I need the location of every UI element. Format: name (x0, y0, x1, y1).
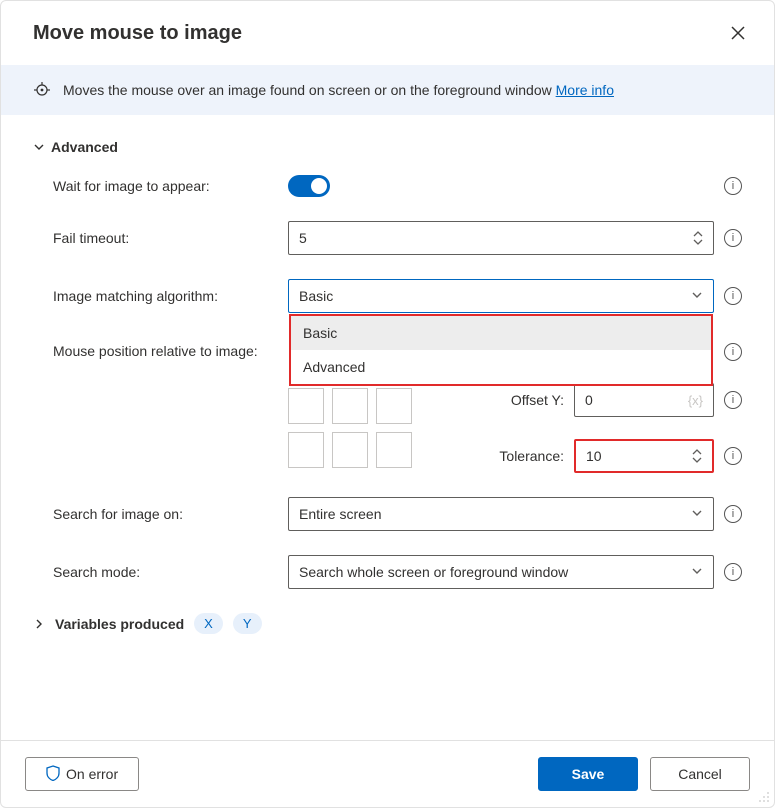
variable-badge-x[interactable]: X (194, 613, 223, 634)
grid-cell[interactable] (332, 432, 368, 468)
variables-title: Variables produced (55, 616, 184, 632)
chevron-right-icon (33, 618, 45, 630)
timeout-label: Fail timeout: (53, 230, 288, 246)
chevron-down-icon (691, 506, 703, 522)
info-banner: Moves the mouse over an image found on s… (1, 65, 774, 115)
section-variables-header[interactable]: Variables produced X Y (33, 613, 742, 634)
info-icon[interactable]: i (724, 287, 742, 305)
offset-y-label: Offset Y: (511, 392, 564, 408)
chevron-down-icon (691, 564, 703, 580)
timeout-field[interactable]: 5 (288, 221, 714, 255)
offset-y-field[interactable]: 0 {x} (574, 383, 714, 417)
on-error-button[interactable]: On error (25, 757, 139, 791)
grid-cell[interactable] (376, 432, 412, 468)
dialog-title: Move mouse to image (33, 22, 242, 45)
spinner-arrows-icon[interactable] (693, 231, 703, 245)
dialog-footer: On error Save Cancel (1, 740, 774, 807)
chevron-down-icon (691, 288, 703, 304)
algo-label: Image matching algorithm: (53, 288, 288, 304)
section-advanced-title: Advanced (51, 139, 118, 155)
grid-cell[interactable] (288, 388, 324, 424)
algo-option-basic[interactable]: Basic (291, 316, 711, 350)
algo-dropdown[interactable]: Basic Basic Advanced (288, 279, 714, 313)
grid-cell[interactable] (376, 388, 412, 424)
tolerance-label: Tolerance: (499, 448, 564, 464)
target-icon (33, 81, 51, 99)
save-button[interactable]: Save (538, 757, 638, 791)
info-icon[interactable]: i (724, 343, 742, 361)
algo-option-advanced[interactable]: Advanced (291, 350, 711, 384)
tolerance-field[interactable]: 10 (574, 439, 714, 473)
banner-text: Moves the mouse over an image found on s… (63, 82, 614, 98)
dialog-content: Advanced Wait for image to appear: i Fai… (1, 115, 774, 740)
search-on-dropdown[interactable]: Entire screen (288, 497, 714, 531)
info-icon[interactable]: i (724, 505, 742, 523)
variable-badge-y[interactable]: Y (233, 613, 262, 634)
algo-dropdown-panel: Basic Advanced (289, 314, 713, 386)
cancel-button[interactable]: Cancel (650, 757, 750, 791)
position-grid (288, 388, 412, 468)
info-icon[interactable]: i (724, 563, 742, 581)
wait-label: Wait for image to appear: (53, 178, 288, 194)
search-mode-label: Search mode: (53, 564, 288, 580)
info-icon[interactable]: i (724, 391, 742, 409)
close-button[interactable] (726, 21, 750, 45)
wait-toggle[interactable] (288, 175, 330, 197)
section-advanced-header[interactable]: Advanced (33, 139, 742, 155)
info-icon[interactable]: i (724, 447, 742, 465)
info-icon[interactable]: i (724, 177, 742, 195)
search-on-label: Search for image on: (53, 506, 288, 522)
chevron-down-icon (33, 141, 45, 153)
search-mode-dropdown[interactable]: Search whole screen or foreground window (288, 555, 714, 589)
more-info-link[interactable]: More info (556, 82, 614, 98)
grid-cell[interactable] (288, 432, 324, 468)
variable-token-icon[interactable]: {x} (688, 393, 703, 408)
close-icon (731, 26, 745, 40)
dialog-header: Move mouse to image (1, 1, 774, 65)
mouse-pos-label: Mouse position relative to image: (53, 337, 288, 359)
shield-icon (46, 765, 60, 784)
info-icon[interactable]: i (724, 229, 742, 247)
spinner-arrows-icon[interactable] (692, 449, 702, 463)
resize-grip-icon[interactable] (756, 789, 770, 803)
grid-cell[interactable] (332, 388, 368, 424)
